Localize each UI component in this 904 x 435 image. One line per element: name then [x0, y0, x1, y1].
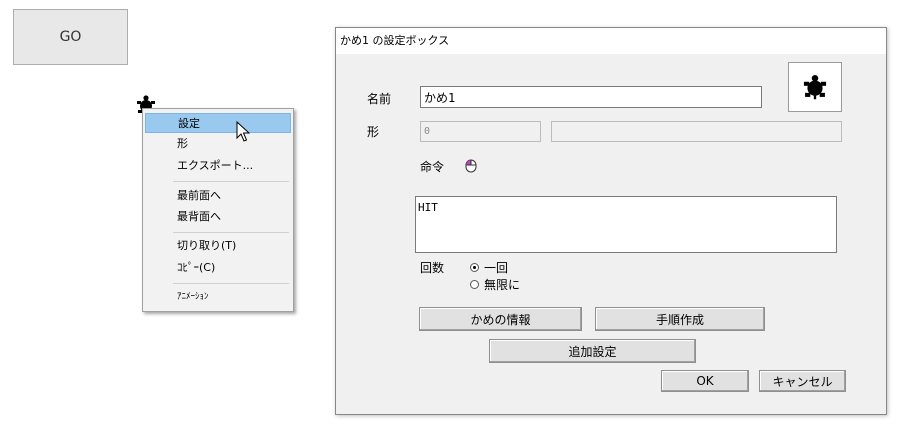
turtle-preview — [788, 62, 842, 112]
menu-item-label: 最前面へ — [177, 189, 221, 202]
menu-item-animation[interactable]: ｱﾆﾒｰｼｮﾝ — [145, 287, 291, 307]
additional-settings-button[interactable]: 追加設定 — [489, 339, 696, 363]
create-procedure-button[interactable]: 手順作成 — [595, 307, 765, 331]
radio-infinite[interactable]: 無限に — [470, 276, 520, 293]
dialog-title: かめ1 の設定ボックス — [336, 28, 886, 54]
menu-separator — [173, 232, 289, 233]
name-input[interactable] — [420, 86, 762, 108]
menu-item-label: 切り取り(T) — [177, 239, 237, 252]
radio-once-label: 一回 — [484, 261, 509, 275]
menu-separator — [173, 283, 289, 284]
menu-item-label: 設定 — [178, 117, 200, 130]
menu-item-export[interactable]: エクスポート... — [145, 156, 291, 176]
menu-item-settings[interactable]: 設定 — [145, 113, 291, 133]
go-button-label: GO — [59, 29, 82, 45]
radio-infinite-label: 無限に — [484, 278, 521, 292]
radio-once[interactable]: 一回 — [470, 259, 508, 276]
context-menu: 設定 形 エクスポート... 最前面へ 最背面へ 切り取り(T) ｺﾋﾟｰ(C)… — [142, 108, 294, 312]
menu-item-copy[interactable]: ｺﾋﾟｰ(C) — [145, 258, 291, 278]
name-label: 名前 — [367, 92, 392, 106]
shape-label: 形 — [367, 125, 380, 139]
radio-infinite-indicator[interactable] — [470, 280, 479, 289]
command-label: 命令 — [420, 160, 445, 174]
mouse-icon[interactable] — [465, 159, 477, 173]
count-label: 回数 — [420, 261, 445, 275]
turtle-info-button-label: かめの情報 — [470, 312, 531, 327]
go-button[interactable]: GO — [13, 9, 128, 65]
menu-item-label: ｱﾆﾒｰｼｮﾝ — [177, 292, 209, 302]
shape-name-input[interactable] — [551, 121, 842, 142]
menu-separator — [173, 181, 289, 182]
cancel-button-label: キャンセル — [772, 374, 833, 389]
mouse-cursor-icon — [236, 121, 250, 142]
ok-button-label: OK — [696, 374, 714, 388]
menu-item-label: 最背面へ — [177, 210, 221, 223]
menu-item-label: ｺﾋﾟｰ(C) — [177, 261, 216, 274]
settings-dialog: かめ1 の設定ボックス 名前 形 命令 HIT 回数 一回 無限に かめの情報 — [335, 27, 887, 415]
turtle-icon — [803, 74, 827, 100]
create-procedure-button-label: 手順作成 — [655, 312, 704, 327]
menu-item-bring-to-front[interactable]: 最前面へ — [145, 186, 291, 206]
ok-button[interactable]: OK — [661, 370, 749, 392]
turtle-info-button[interactable]: かめの情報 — [419, 307, 582, 331]
menu-item-cut[interactable]: 切り取り(T) — [145, 236, 291, 256]
shape-index-input[interactable] — [420, 121, 541, 142]
menu-item-label: エクスポート... — [177, 159, 254, 172]
menu-item-shape[interactable]: 形 — [145, 134, 291, 154]
radio-once-indicator[interactable] — [470, 263, 479, 272]
menu-item-send-to-back[interactable]: 最背面へ — [145, 207, 291, 227]
command-textarea[interactable]: HIT — [415, 196, 837, 253]
menu-item-label: 形 — [177, 137, 188, 150]
additional-settings-button-label: 追加設定 — [568, 344, 617, 359]
cancel-button[interactable]: キャンセル — [759, 370, 846, 392]
